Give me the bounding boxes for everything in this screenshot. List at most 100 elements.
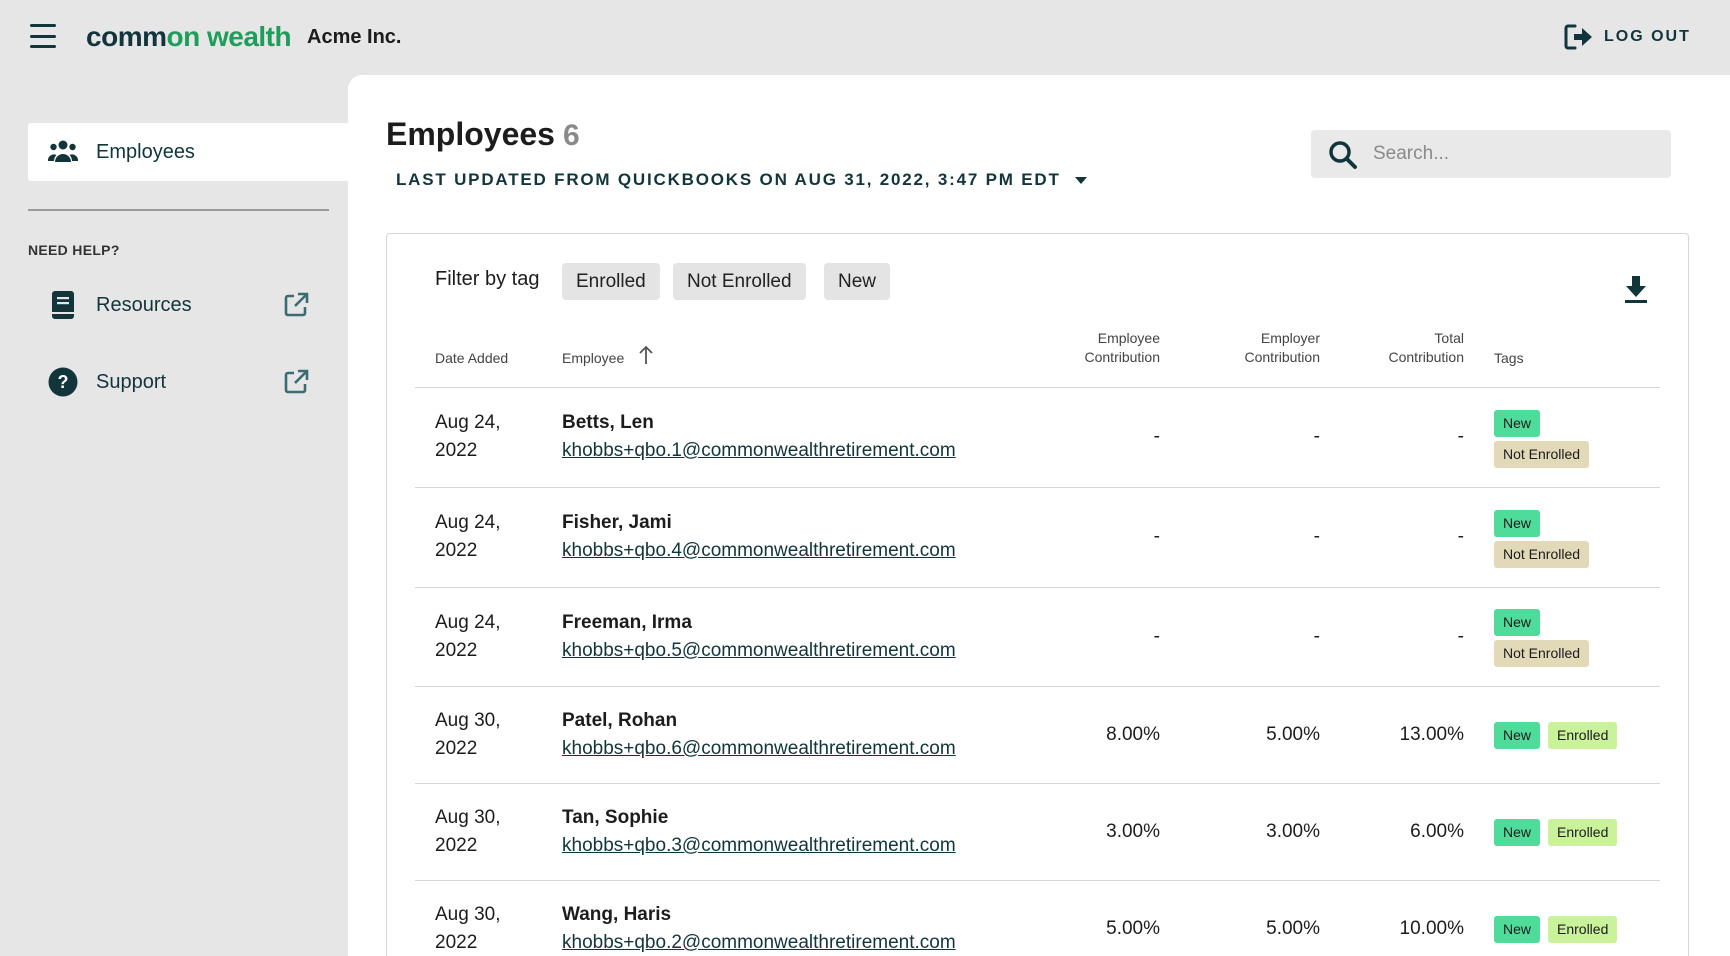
sidebar-item-support[interactable]: ? Support bbox=[28, 362, 318, 402]
employee-email-link[interactable]: khobbs+qbo.4@commonwealthretirement.com bbox=[562, 539, 956, 563]
employee-name: Fisher, Jami bbox=[562, 512, 672, 533]
date-line-2: 2022 bbox=[435, 932, 478, 953]
employee-contribution-cell: 3.00% bbox=[1106, 821, 1160, 842]
table-row[interactable]: Aug 30, 2022 Tan, Sophie khobbs+qbo.3@com… bbox=[415, 784, 1660, 881]
sidebar-item-label: Resources bbox=[96, 294, 192, 316]
header-line-1: Employer bbox=[1260, 330, 1320, 346]
main-panel: Employees 6 LAST UPDATED FROM QUICKBOOKS … bbox=[348, 75, 1730, 956]
employee-contribution-cell: - bbox=[1153, 626, 1160, 647]
sidebar-item-resources[interactable]: Resources bbox=[28, 285, 318, 325]
date-line-2: 2022 bbox=[435, 738, 478, 759]
header-line-2: Contribution bbox=[1084, 349, 1161, 365]
header-line-2: Contribution bbox=[1244, 349, 1321, 365]
employee-email-link[interactable]: khobbs+qbo.3@commonwealthretirement.com bbox=[562, 834, 956, 858]
logo-part-3: on wealth bbox=[166, 21, 292, 52]
column-header-employee-contribution[interactable]: Employee Contribution bbox=[1040, 329, 1161, 367]
employee-contribution-cell: - bbox=[1153, 426, 1160, 447]
date-added-cell: Aug 30, 2022 bbox=[435, 804, 535, 860]
total-contribution-cell: 13.00% bbox=[1399, 724, 1464, 745]
column-header-employer-contribution[interactable]: Employer Contribution bbox=[1200, 329, 1321, 367]
employee-email-link[interactable]: khobbs+qbo.2@commonwealthretirement.com bbox=[562, 931, 956, 955]
tag-new: New bbox=[1494, 410, 1541, 437]
employer-contribution-cell: - bbox=[1313, 626, 1320, 647]
page-title: Employees 6 bbox=[386, 115, 580, 155]
column-header-tags: Tags bbox=[1494, 350, 1524, 366]
tag-not-enrolled: Not Enrolled bbox=[1494, 541, 1590, 568]
search-box[interactable] bbox=[1311, 130, 1671, 178]
tag-new: New bbox=[1494, 819, 1541, 846]
date-line-2: 2022 bbox=[435, 540, 478, 561]
filter-chip-new[interactable]: New bbox=[824, 263, 891, 300]
employee-name: Betts, Len bbox=[562, 412, 654, 433]
employee-name: Freeman, Irma bbox=[562, 612, 692, 633]
total-contribution-cell: 6.00% bbox=[1410, 821, 1464, 842]
logo-part-1: co bbox=[86, 21, 118, 52]
employee-name: Tan, Sophie bbox=[562, 807, 669, 828]
table-row[interactable]: Aug 24, 2022 Fisher, Jami khobbs+qbo.4@co… bbox=[415, 488, 1660, 588]
filter-chip-not-enrolled[interactable]: Not Enrolled bbox=[673, 263, 806, 300]
employee-email-link[interactable]: khobbs+qbo.6@commonwealthretirement.com bbox=[562, 737, 956, 761]
column-header-date-added[interactable]: Date Added bbox=[435, 349, 508, 368]
tag-enrolled: Enrolled bbox=[1548, 722, 1618, 749]
logout-button[interactable]: LOG OUT bbox=[1564, 22, 1691, 52]
tag-enrolled: Enrolled bbox=[1548, 819, 1618, 846]
date-line-1: Aug 30, bbox=[435, 807, 501, 828]
header-line-2: Contribution bbox=[1388, 349, 1465, 365]
employee-count: 6 bbox=[562, 119, 580, 152]
book-icon bbox=[52, 291, 74, 319]
date-added-cell: Aug 30, 2022 bbox=[435, 707, 535, 763]
tag-new: New bbox=[1494, 609, 1541, 636]
total-contribution-cell: - bbox=[1457, 426, 1464, 447]
table-row[interactable]: Aug 30, 2022 Wang, Haris khobbs+qbo.2@com… bbox=[415, 881, 1660, 956]
table-row[interactable]: Aug 24, 2022 Freeman, Irma khobbs+qbo.5@c… bbox=[415, 588, 1660, 687]
employer-contribution-cell: 3.00% bbox=[1266, 821, 1320, 842]
hamburger-menu-icon[interactable] bbox=[30, 24, 56, 48]
people-icon bbox=[48, 140, 78, 162]
date-line-1: Aug 30, bbox=[435, 904, 501, 925]
tag-not-enrolled: Not Enrolled bbox=[1494, 640, 1590, 667]
last-updated-dropdown[interactable]: LAST UPDATED FROM QUICKBOOKS ON AUG 31, … bbox=[396, 170, 1087, 190]
arrow-up-icon[interactable] bbox=[638, 345, 654, 365]
tag-not-enrolled: Not Enrolled bbox=[1494, 441, 1590, 468]
employee-email-link[interactable]: khobbs+qbo.1@commonwealthretirement.com bbox=[562, 439, 956, 463]
column-header-total-contribution[interactable]: Total Contribution bbox=[1344, 329, 1465, 367]
header-line-1: Employee bbox=[1097, 330, 1160, 346]
table-row[interactable]: Aug 24, 2022 Betts, Len khobbs+qbo.1@comm… bbox=[415, 388, 1660, 488]
sidebar-item-label: Support bbox=[96, 371, 167, 393]
table-row[interactable]: Aug 30, 2022 Patel, Rohan khobbs+qbo.6@co… bbox=[415, 687, 1660, 784]
employee-name: Wang, Haris bbox=[562, 904, 672, 925]
tag-new: New bbox=[1494, 722, 1541, 749]
employee-email-link[interactable]: khobbs+qbo.5@commonwealthretirement.com bbox=[562, 639, 956, 663]
caret-down-icon bbox=[1074, 176, 1087, 184]
total-contribution-cell: - bbox=[1457, 526, 1464, 547]
search-input[interactable] bbox=[1373, 130, 1663, 178]
logo[interactable]: common wealth bbox=[86, 20, 292, 54]
download-icon[interactable] bbox=[1622, 274, 1650, 304]
filter-by-tag-label: Filter by tag bbox=[435, 268, 540, 290]
sidebar-item-employees[interactable]: Employees bbox=[28, 123, 348, 181]
employer-contribution-cell: 5.00% bbox=[1266, 918, 1320, 939]
tag-new: New bbox=[1494, 510, 1541, 537]
tag-new: New bbox=[1494, 916, 1541, 943]
last-updated-text: LAST UPDATED FROM QUICKBOOKS ON AUG 31, … bbox=[396, 170, 1061, 189]
filter-chip-enrolled[interactable]: Enrolled bbox=[562, 263, 660, 300]
search-icon bbox=[1329, 141, 1357, 169]
employee-contribution-cell: - bbox=[1153, 526, 1160, 547]
page-title-text: Employees bbox=[386, 116, 555, 152]
date-line-1: Aug 24, bbox=[435, 412, 501, 433]
logo-part-2: mm bbox=[117, 21, 167, 52]
column-header-employee[interactable]: Employee bbox=[562, 349, 624, 368]
need-help-heading: NEED HELP? bbox=[28, 242, 120, 258]
employee-name: Patel, Rohan bbox=[562, 710, 678, 731]
sidebar-item-label: Employees bbox=[96, 141, 195, 163]
employer-contribution-cell: 5.00% bbox=[1266, 724, 1320, 745]
total-contribution-cell: 10.00% bbox=[1399, 918, 1464, 939]
external-link-icon[interactable] bbox=[282, 291, 310, 319]
employee-contribution-cell: 5.00% bbox=[1106, 918, 1160, 939]
date-added-cell: Aug 24, 2022 bbox=[435, 509, 535, 565]
external-link-icon[interactable] bbox=[282, 368, 310, 396]
date-line-1: Aug 24, bbox=[435, 512, 501, 533]
employer-contribution-cell: - bbox=[1313, 426, 1320, 447]
logout-icon bbox=[1564, 24, 1592, 50]
sidebar-divider bbox=[28, 209, 329, 211]
